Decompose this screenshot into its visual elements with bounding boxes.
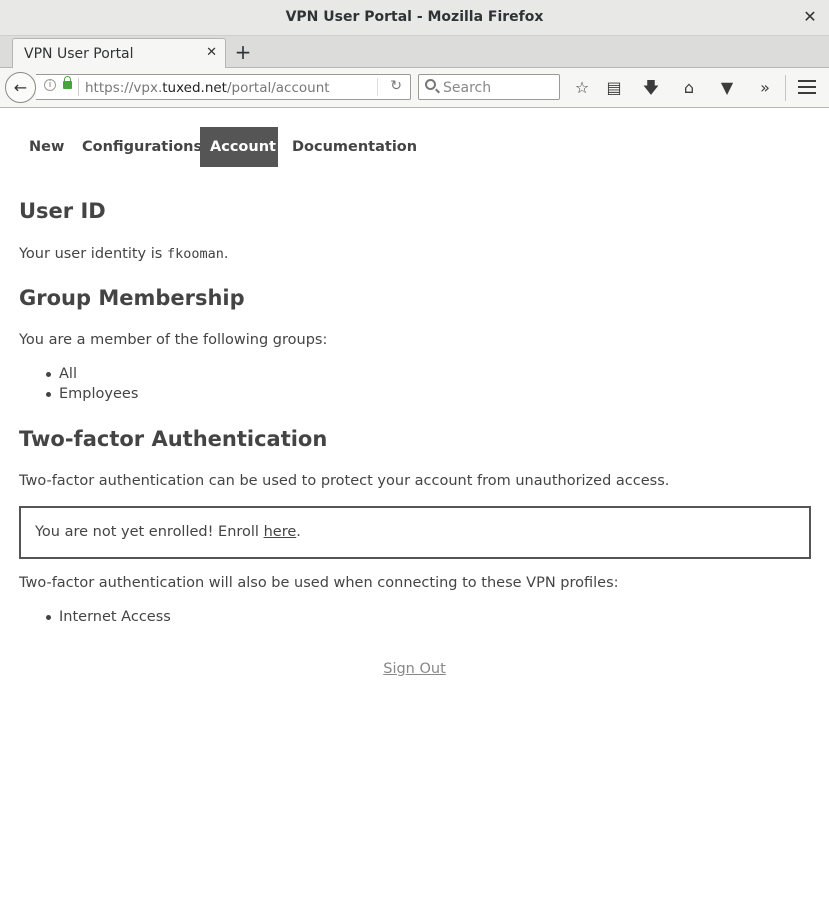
groups-intro: You are a member of the following groups… bbox=[19, 332, 328, 348]
user-id-prefix: Your user identity is bbox=[19, 246, 167, 262]
user-id-suffix: . bbox=[223, 246, 229, 262]
enroll-notice-text: You are not yet enrolled! Enroll here. bbox=[35, 524, 301, 540]
url-path: /portal/account bbox=[226, 80, 330, 96]
home-icon[interactable]: ⌂ bbox=[678, 77, 700, 99]
toolbar-separator bbox=[785, 75, 786, 101]
two-factor-intro: Two-factor authentication can be used to… bbox=[19, 473, 670, 489]
reload-icon[interactable]: ↻ bbox=[390, 78, 402, 94]
nav-new[interactable]: New bbox=[19, 127, 74, 167]
search-input[interactable]: Search bbox=[418, 74, 560, 100]
window-close-icon[interactable]: ✕ bbox=[801, 8, 819, 26]
url-separator bbox=[78, 78, 79, 96]
url-host: tuxed.net bbox=[162, 80, 227, 96]
nav-documentation[interactable]: Documentation bbox=[282, 127, 427, 167]
list-item: All bbox=[40, 364, 138, 384]
new-tab-icon[interactable]: + bbox=[233, 41, 253, 63]
two-factor-heading: Two-factor Authentication bbox=[19, 427, 328, 451]
enroll-notice: You are not yet enrolled! Enroll here. bbox=[19, 506, 811, 559]
groups-list: All Employees bbox=[40, 364, 138, 404]
user-id-heading: User ID bbox=[19, 199, 106, 223]
enroll-notice-prefix: You are not yet enrolled! Enroll bbox=[35, 524, 264, 540]
navigation-toolbar: ← i https://vpx.tuxed.net/portal/account… bbox=[0, 68, 829, 108]
info-icon[interactable]: i bbox=[44, 79, 56, 91]
tab-title: VPN User Portal bbox=[24, 46, 134, 62]
window-title: VPN User Portal - Mozilla Firefox bbox=[285, 9, 544, 25]
sign-out-link[interactable]: Sign Out bbox=[383, 661, 446, 677]
group-membership-heading: Group Membership bbox=[19, 286, 245, 310]
enroll-link[interactable]: here bbox=[264, 524, 297, 540]
sign-out-container: Sign Out bbox=[0, 658, 829, 677]
user-id-value: fkooman bbox=[166, 246, 224, 262]
vpn-profiles-list: Internet Access bbox=[40, 607, 171, 627]
search-placeholder: Search bbox=[443, 80, 492, 96]
tab-strip: VPN User Portal ✕ + bbox=[0, 36, 829, 69]
bookmark-star-icon[interactable]: ☆ bbox=[571, 77, 593, 99]
tab-close-icon[interactable]: ✕ bbox=[206, 45, 217, 60]
url-text[interactable]: https://vpx.tuxed.net/portal/account bbox=[85, 80, 330, 96]
back-arrow-icon[interactable]: ← bbox=[5, 72, 36, 103]
overflow-chevron-icon[interactable]: » bbox=[754, 77, 776, 99]
enroll-notice-suffix: . bbox=[296, 524, 301, 540]
url-prefix: https://vpx. bbox=[85, 80, 163, 96]
reading-list-icon[interactable]: ▤ bbox=[603, 77, 625, 99]
two-factor-profiles-intro: Two-factor authentication will also be u… bbox=[19, 575, 619, 591]
download-icon[interactable]: 🡇 bbox=[640, 77, 662, 99]
nav-account[interactable]: Account bbox=[200, 127, 278, 167]
reload-separator bbox=[377, 78, 378, 96]
user-id-text: Your user identity is fkooman. bbox=[19, 246, 228, 262]
list-item: Employees bbox=[40, 384, 138, 404]
nav-configurations[interactable]: Configurations bbox=[72, 127, 212, 167]
url-bar[interactable]: i https://vpx.tuxed.net/portal/account ↻ bbox=[36, 74, 411, 100]
page-content: New Configurations Account Documentation… bbox=[0, 108, 829, 902]
search-icon bbox=[425, 79, 436, 90]
menu-icon[interactable] bbox=[798, 80, 816, 94]
browser-tab[interactable]: VPN User Portal ✕ bbox=[12, 38, 226, 69]
list-item: Internet Access bbox=[40, 607, 171, 627]
window-titlebar: VPN User Portal - Mozilla Firefox ✕ bbox=[0, 0, 829, 36]
pocket-icon[interactable]: ▼ bbox=[716, 77, 738, 99]
lock-icon[interactable] bbox=[63, 76, 72, 89]
